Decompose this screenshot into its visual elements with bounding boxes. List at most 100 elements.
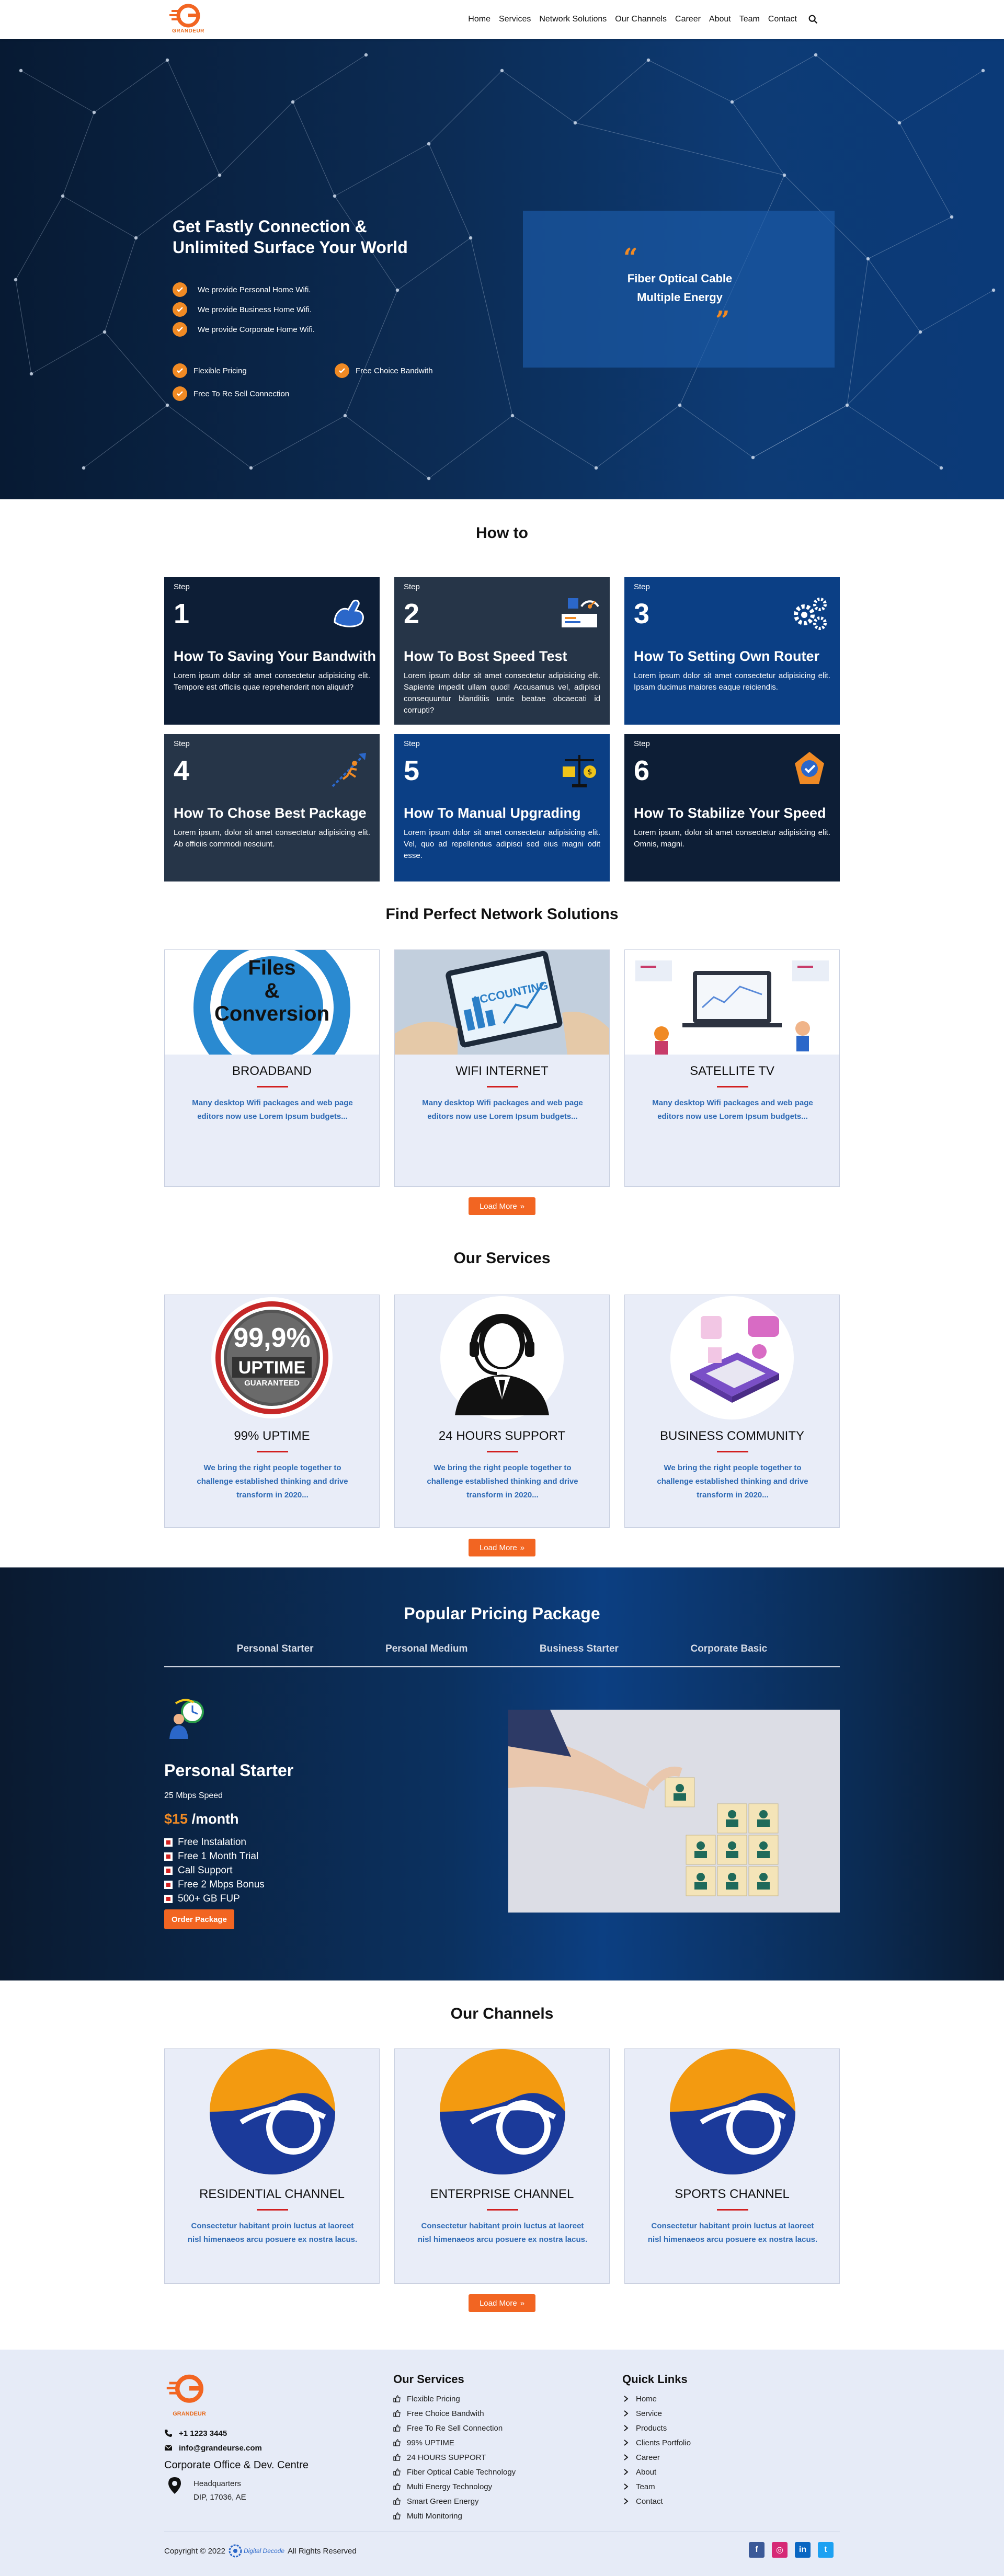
red-divider [487, 1086, 518, 1087]
nav-services[interactable]: Services [495, 15, 535, 24]
footer-quick-link[interactable]: Team [622, 2479, 691, 2494]
solution-card[interactable]: ACCOUNTING WIFI INTERNET Many desktop Wi… [394, 949, 610, 1187]
footer-services-title: Our Services [393, 2373, 464, 2386]
site-footer: GRANDEUR +1 1223 3445 info@grandeurse.co… [0, 2350, 1004, 2576]
hero-feature-text: Free Choice Bandwith [356, 366, 433, 375]
nav-contact[interactable]: Contact [764, 15, 801, 24]
hero-point-text: We provide Personal Home Wifi. [198, 285, 311, 294]
social-links: f ◎ in t [749, 2542, 834, 2558]
check-icon [173, 363, 187, 378]
footer-service-link[interactable]: Free Choice Bandwith [393, 2406, 516, 2421]
howto-step-label: Step [404, 582, 420, 591]
footer-link-text: Career [636, 2453, 660, 2462]
package-features: Free Instalation Free 1 Month Trial Call… [164, 1835, 265, 1906]
double-chevron-right-icon: » [520, 1201, 525, 1211]
howto-card[interactable]: Step 3 How To Setting Own Router Lorem i… [624, 577, 840, 725]
linkedin-icon[interactable]: in [795, 2542, 811, 2558]
howto-card[interactable]: Step 5 $ How To Manual Upgrading Lorem i… [394, 734, 610, 881]
channels-load-more-button[interactable]: Load More » [469, 2294, 535, 2312]
channel-name: RESIDENTIAL CHANNEL [199, 2187, 345, 2201]
channel-card[interactable]: RESIDENTIAL CHANNEL Consectetur habitant… [164, 2048, 380, 2284]
footer-quick-link[interactable]: Home [622, 2391, 691, 2406]
nav-team[interactable]: Team [735, 15, 764, 24]
thumbs-up-icon [393, 2483, 401, 2490]
solution-name: SATELLITE TV [690, 1064, 774, 1078]
uptime-badge-image: 99,9% UPTIME GUARANTEED [209, 1295, 335, 1421]
hero-point-text: We provide Business Home Wifi. [198, 305, 312, 314]
services-load-more-button[interactable]: Load More » [469, 1539, 535, 1556]
nav-about[interactable]: About [705, 15, 735, 24]
brand-logo[interactable]: GRANDEUR [167, 3, 209, 37]
nav-home[interactable]: Home [464, 15, 495, 24]
service-desc: We bring the right people together to ch… [657, 1463, 808, 1499]
channel-card[interactable]: SPORTS CHANNEL Consectetur habitant proi… [624, 2048, 840, 2284]
footer-service-link[interactable]: Smart Green Energy [393, 2494, 516, 2509]
solution-desc: Many desktop Wifi packages and web page … [192, 1098, 353, 1121]
howto-step-number: 3 [634, 598, 650, 629]
channel-card[interactable]: ENTERPRISE CHANNEL Consectetur habitant … [394, 2048, 610, 2284]
footer-copyright: Copyright © 2022 Digital Decode All Righ… [164, 2544, 357, 2558]
service-card[interactable]: 24 HOURS SUPPORT We bring the right peop… [394, 1295, 610, 1528]
hero-point-text: We provide Corporate Home Wifi. [198, 325, 315, 334]
service-name: 24 HOURS SUPPORT [438, 1429, 566, 1443]
solution-card[interactable]: Files & Conversion BROADBAND Many deskto… [164, 949, 380, 1187]
footer-service-link[interactable]: Multi Monitoring [393, 2509, 516, 2523]
twitter-icon[interactable]: t [818, 2542, 834, 2558]
chevron-right-icon [624, 2440, 629, 2446]
channel-logo-icon [210, 2049, 335, 2174]
footer-service-link[interactable]: 24 HOURS SUPPORT [393, 2450, 516, 2465]
footer-link-text: Contact [636, 2497, 663, 2506]
nav-network-solutions[interactable]: Network Solutions [535, 15, 611, 24]
check-icon [173, 302, 187, 317]
envelope-icon [164, 2445, 173, 2451]
footer-links-column: Quick Links Home Service Products Client… [622, 2373, 691, 2509]
howto-step-number: 1 [174, 598, 190, 629]
tab-corporate-basic[interactable]: Corporate Basic [690, 1643, 767, 1666]
quote-line1: Fiber Optical Cable [627, 272, 733, 285]
footer-service-link[interactable]: Fiber Optical Cable Technology [393, 2465, 516, 2479]
svg-text:$: $ [588, 768, 592, 776]
tab-personal-medium[interactable]: Personal Medium [385, 1643, 467, 1666]
howto-card[interactable]: Step 1 How To Saving Your Bandwith Lorem… [164, 577, 380, 725]
howto-body: Lorem ipsum, dolor sit amet consectetur … [634, 828, 830, 849]
footer-quick-link[interactable]: Products [622, 2421, 691, 2435]
solutions-load-more-button[interactable]: Load More » [469, 1197, 535, 1215]
facebook-icon[interactable]: f [749, 2542, 765, 2558]
package-photo [508, 1710, 840, 1913]
nav-our-channels[interactable]: Our Channels [611, 15, 671, 24]
howto-card[interactable]: Step 6 How To Stabilize Your Speed Lorem… [624, 734, 840, 881]
footer-service-text: 99% UPTIME [407, 2438, 454, 2447]
footer-quick-link[interactable]: Career [622, 2450, 691, 2465]
pricing-tabs: Personal Starter Personal Medium Busines… [164, 1643, 840, 1667]
order-package-button[interactable]: Order Package [164, 1909, 234, 1929]
solution-name: BROADBAND [232, 1064, 312, 1078]
howto-card[interactable]: Step 2 How To Bost Speed Test Lorem ipsu… [394, 577, 610, 725]
footer-quick-link[interactable]: About [622, 2465, 691, 2479]
search-icon[interactable] [807, 14, 819, 25]
footer-service-link[interactable]: Multi Energy Technology [393, 2479, 516, 2494]
solution-card[interactable]: SATELLITE TV Many desktop Wifi packages … [624, 949, 840, 1187]
instagram-icon[interactable]: ◎ [772, 2542, 788, 2558]
nav-career[interactable]: Career [671, 15, 705, 24]
tab-personal-starter[interactable]: Personal Starter [237, 1643, 314, 1666]
footer-quick-link[interactable]: Service [622, 2406, 691, 2421]
footer-quick-link[interactable]: Clients Portfolio [622, 2435, 691, 2450]
footer-email[interactable]: info@grandeurse.com [164, 2441, 262, 2455]
footer-service-link[interactable]: Flexible Pricing [393, 2391, 516, 2406]
red-divider [717, 1086, 748, 1087]
footer-quick-link[interactable]: Contact [622, 2494, 691, 2509]
check-icon [173, 386, 187, 401]
howto-step-number: 6 [634, 755, 650, 786]
footer-service-link[interactable]: Free To Re Sell Connection [393, 2421, 516, 2435]
service-card[interactable]: BUSINESS COMMUNITY We bring the right pe… [624, 1295, 840, 1528]
howto-step-number: 4 [174, 755, 190, 786]
tab-business-starter[interactable]: Business Starter [540, 1643, 619, 1666]
digital-decode-logo[interactable]: Digital Decode [229, 2544, 284, 2558]
footer-link-text: Team [636, 2482, 655, 2491]
footer-logo[interactable]: GRANDEUR [164, 2371, 214, 2418]
services-cards: 99,9% UPTIME GUARANTEED 99% UPTIME We br… [164, 1295, 840, 1528]
howto-card[interactable]: Step 4 How To Chose Best Package Lorem i… [164, 734, 380, 881]
service-card[interactable]: 99,9% UPTIME GUARANTEED 99% UPTIME We br… [164, 1295, 380, 1528]
footer-phone[interactable]: +1 1223 3445 [164, 2426, 262, 2441]
footer-service-link[interactable]: 99% UPTIME [393, 2435, 516, 2450]
